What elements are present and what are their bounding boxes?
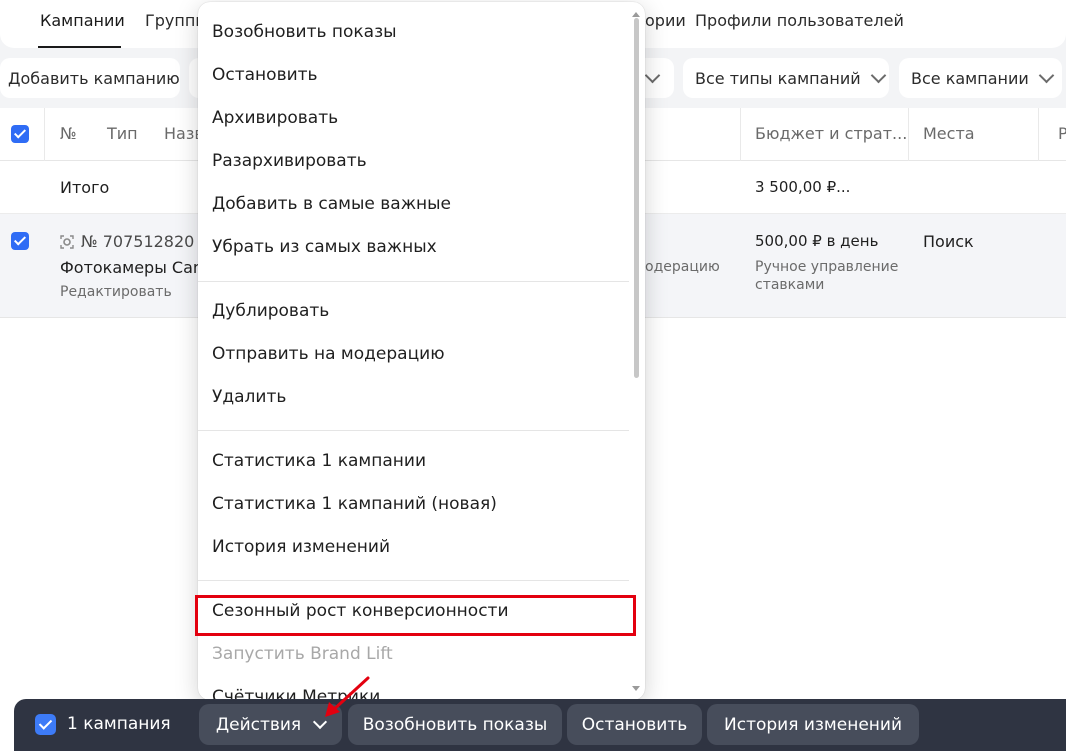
chevron-down-icon: [1038, 67, 1055, 84]
edit-campaign-link[interactable]: Редактировать: [60, 284, 172, 300]
menu-divider: [198, 430, 629, 431]
stop-label: Остановить: [581, 714, 688, 735]
actions-label: Действия: [215, 714, 302, 735]
highlight-box: [195, 595, 636, 636]
resume-label: Возобновить показы: [362, 714, 548, 735]
campaign-types-value: Все типы кампаний: [695, 68, 861, 88]
campaigns-filter-value: Все кампании: [911, 68, 1029, 88]
menu-item-brand-lift: Запустить Brand Lift: [212, 644, 393, 664]
column-header-number[interactable]: №: [60, 124, 77, 143]
campaign-name[interactable]: Фотокамеры Canc: [60, 258, 212, 277]
scroll-up-icon[interactable]: [632, 12, 640, 17]
total-label: Итого: [60, 178, 110, 197]
column-header-next[interactable]: Р: [1058, 124, 1066, 143]
total-budget: 3 500,00 ₽...: [755, 178, 851, 196]
menu-item-duplicate[interactable]: Дублировать: [212, 301, 329, 321]
chevron-down-icon: [870, 67, 886, 84]
menu-item-statistics[interactable]: Статистика 1 кампании: [212, 451, 426, 471]
add-campaign-button[interactable]: Добавить кампанию: [0, 58, 180, 98]
scroll-down-icon[interactable]: [632, 686, 640, 691]
campaign-status: одерацию: [645, 259, 720, 275]
campaign-type-icon: [60, 234, 74, 249]
selection-checkbox[interactable]: [35, 714, 56, 735]
menu-item-stop[interactable]: Остановить: [212, 65, 318, 85]
menu-item-archive[interactable]: Архивировать: [212, 108, 338, 128]
menu-item-unarchive[interactable]: Разархивировать: [212, 151, 367, 171]
column-header-budget[interactable]: Бюджет и страт...: [755, 124, 907, 143]
annotation-arrow-icon: [325, 676, 370, 717]
tab-user-profiles[interactable]: Профили пользователей: [695, 11, 904, 30]
campaign-number: № 707512820: [81, 232, 195, 251]
selected-count: 1 кампания: [67, 714, 171, 734]
menu-divider: [198, 580, 629, 581]
active-tab-indicator: [38, 46, 121, 48]
campaigns-filter-select[interactable]: Все кампании: [899, 58, 1062, 98]
chevron-down-icon: [644, 67, 660, 84]
menu-item-delete[interactable]: Удалить: [212, 387, 286, 407]
menu-item-add-important[interactable]: Добавить в самые важные: [212, 194, 451, 214]
tab-campaigns[interactable]: Кампании: [40, 11, 125, 30]
menu-divider: [198, 281, 629, 282]
strategy-line-2: ставками: [755, 277, 825, 293]
history-button[interactable]: История изменений: [707, 704, 919, 745]
campaign-budget: 500,00 ₽ в день: [755, 232, 879, 250]
resume-button[interactable]: Возобновить показы: [348, 704, 562, 745]
menu-item-remove-important[interactable]: Убрать из самых важных: [212, 237, 437, 257]
history-label: История изменений: [724, 714, 902, 735]
column-header-places[interactable]: Места: [923, 124, 975, 143]
campaign-types-select[interactable]: Все типы кампаний: [683, 58, 889, 98]
row-checkbox[interactable]: [11, 232, 29, 250]
tab-categories[interactable]: ории: [645, 11, 686, 30]
column-header-type[interactable]: Тип: [107, 124, 138, 143]
menu-scrollbar[interactable]: [634, 18, 639, 378]
strategy-line-1: Ручное управление: [755, 259, 899, 275]
select-all-checkbox[interactable]: [11, 125, 29, 143]
menu-item-send-moderation[interactable]: Отправить на модерацию: [212, 344, 445, 364]
menu-item-history[interactable]: История изменений: [212, 537, 390, 557]
stop-button[interactable]: Остановить: [567, 704, 702, 745]
campaign-places: Поиск: [923, 232, 974, 251]
menu-item-statistics-new[interactable]: Статистика 1 кампаний (новая): [212, 494, 497, 514]
add-campaign-label: Добавить кампанию: [8, 68, 180, 88]
menu-item-resume[interactable]: Возобновить показы: [212, 22, 397, 42]
